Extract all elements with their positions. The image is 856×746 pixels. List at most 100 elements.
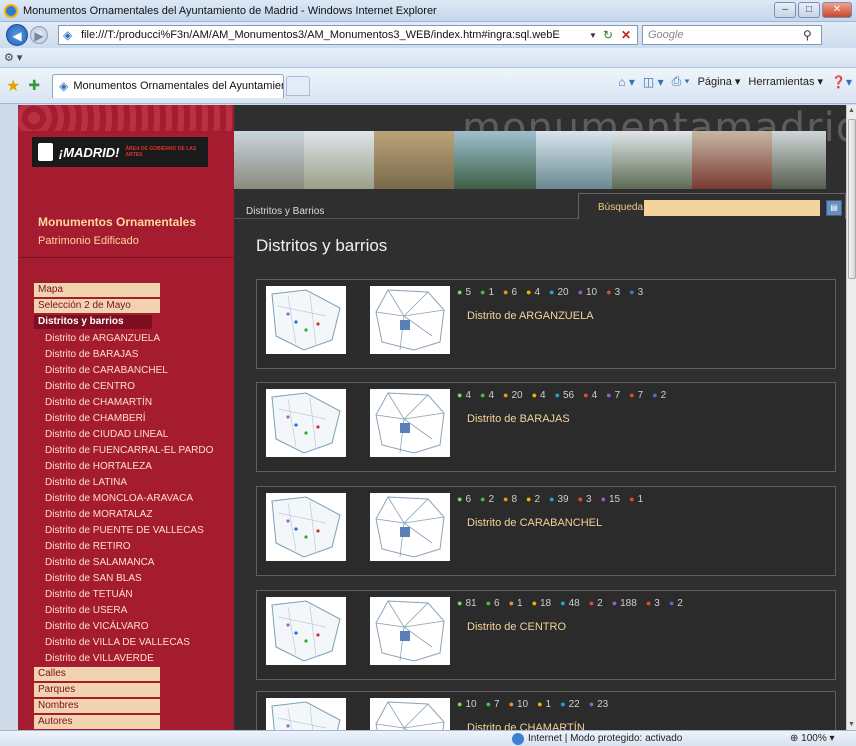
district-name-link[interactable]: Distrito de BARAJAS (467, 413, 570, 425)
search-field[interactable]: Google ⚲ (642, 25, 822, 45)
district-detail-map[interactable] (266, 698, 346, 730)
breadcrumb[interactable]: Distritos y Barrios (246, 206, 324, 217)
sidebar-title[interactable]: Monumentos Ornamentales (38, 215, 196, 229)
address-field[interactable]: ◈ file:///T:/producci%F3n/AM/AM_Monument… (58, 25, 638, 45)
district-link[interactable]: Distrito de LATINA (34, 475, 214, 491)
district-location-map[interactable] (370, 493, 450, 561)
close-button[interactable]: ✕ (822, 2, 852, 18)
district-name-link[interactable]: Distrito de ARGANZUELA (467, 310, 594, 322)
category-count[interactable]: ● 39 (549, 494, 569, 505)
category-count[interactable]: ● 4 (526, 287, 540, 298)
category-count[interactable]: ● 1 (480, 287, 494, 298)
district-link[interactable]: Distrito de CHAMARTÍN (34, 395, 214, 411)
category-count[interactable]: ● 20 (503, 390, 523, 401)
category-count[interactable]: ● 4 (480, 390, 494, 401)
category-count[interactable]: ● 7 (606, 390, 620, 401)
category-count[interactable]: ● 56 (555, 390, 575, 401)
category-count[interactable]: ● 22 (560, 699, 580, 710)
district-link[interactable]: Distrito de SAN BLAS (34, 571, 214, 587)
links-icon[interactable]: ⚙ ▾ (4, 51, 22, 64)
district-link[interactable]: Distrito de MORATALAZ (34, 507, 214, 523)
category-count[interactable]: ● 6 (486, 598, 500, 609)
vertical-scrollbar[interactable]: ▲ ▼ (846, 105, 856, 730)
category-count[interactable]: ● 7 (486, 699, 500, 710)
category-count[interactable]: ● 5 (457, 287, 471, 298)
category-count[interactable]: ● 1 (537, 699, 551, 710)
feeds-icon[interactable]: ◫ ▾ (643, 75, 664, 89)
category-count[interactable]: ● 3 (646, 598, 660, 609)
menu-item-parques[interactable]: Parques (34, 683, 160, 697)
category-count[interactable]: ● 1 (509, 598, 523, 609)
category-count[interactable]: ● 8 (503, 494, 517, 505)
category-count[interactable]: ● 10 (457, 699, 477, 710)
district-link[interactable]: Distrito de HORTALEZA (34, 459, 214, 475)
district-link[interactable]: Distrito de CHAMBERÍ (34, 411, 214, 427)
district-name-link[interactable]: Distrito de CENTRO (467, 621, 566, 633)
category-count[interactable]: ● 10 (578, 287, 598, 298)
district-detail-map[interactable] (266, 286, 346, 354)
district-link[interactable]: Distrito de FUENCARRAL-EL PARDO (34, 443, 214, 459)
category-count[interactable]: ● 4 (532, 390, 546, 401)
district-link[interactable]: Distrito de CIUDAD LINEAL (34, 427, 214, 443)
category-count[interactable]: ● 188 (612, 598, 637, 609)
district-link[interactable]: Distrito de VICÁLVARO (34, 619, 214, 635)
print-icon[interactable]: ⎙ ▾ (672, 74, 690, 89)
district-detail-map[interactable] (266, 597, 346, 665)
district-link[interactable]: Distrito de RETIRO (34, 539, 214, 555)
district-link[interactable]: Distrito de MONCLOA-ARAVACA (34, 491, 214, 507)
new-tab-button[interactable] (286, 75, 311, 96)
category-count[interactable]: ● 2 (526, 494, 540, 505)
add-favorites-icon[interactable]: ✚ (28, 77, 40, 94)
district-link[interactable]: Distrito de ARGANZUELA (34, 331, 214, 347)
category-count[interactable]: ● 4 (457, 390, 471, 401)
category-count[interactable]: ● 6 (503, 287, 517, 298)
madrid-logo[interactable]: ¡MADRID! ÁREA DE GOBIERNO DE LAS ARTES (32, 137, 208, 167)
category-count[interactable]: ● 10 (509, 699, 529, 710)
site-search-input[interactable] (644, 200, 820, 216)
district-link[interactable]: Distrito de BARAJAS (34, 347, 214, 363)
district-link[interactable]: Distrito de CARABANCHEL (34, 363, 214, 379)
district-location-map[interactable] (370, 597, 450, 665)
district-location-map[interactable] (370, 286, 450, 354)
home-icon[interactable]: ⌂ ▾ (618, 75, 635, 89)
category-count[interactable]: ● 3 (578, 494, 592, 505)
menu-item-calles[interactable]: Calles (34, 667, 160, 681)
category-count[interactable]: ● 2 (669, 598, 683, 609)
district-detail-map[interactable] (266, 493, 346, 561)
scroll-down-icon[interactable]: ▼ (848, 721, 855, 728)
district-name-link[interactable]: Distrito de CARABANCHEL (467, 517, 602, 529)
district-link[interactable]: Distrito de SALAMANCA (34, 555, 214, 571)
help-icon[interactable]: ❓▾ (831, 75, 852, 89)
favorites-star-icon[interactable]: ★ (6, 76, 20, 96)
forward-button[interactable]: ▶ (30, 26, 48, 44)
menu-item-distritos[interactable]: Distritos y barrios (34, 315, 152, 329)
category-count[interactable]: ● 2 (589, 598, 603, 609)
district-link[interactable]: Distrito de VILLA DE VALLECAS (34, 635, 214, 651)
category-count[interactable]: ● 15 (601, 494, 621, 505)
browser-tab[interactable]: ◈ Monumentos Ornamentales del Ayuntamien… (52, 73, 285, 98)
district-link[interactable]: Distrito de VILLAVERDE (34, 651, 214, 667)
scroll-thumb[interactable] (848, 119, 856, 279)
district-location-map[interactable] (370, 389, 450, 457)
back-button[interactable]: ◀ (6, 24, 28, 46)
category-count[interactable]: ● 20 (549, 287, 569, 298)
search-icon[interactable]: ⚲ (803, 28, 821, 42)
category-count[interactable]: ● 6 (457, 494, 471, 505)
zoom-level[interactable]: ⊕ 100% ▾ (790, 733, 835, 744)
district-link[interactable]: Distrito de USERA (34, 603, 214, 619)
category-count[interactable]: ● 2 (652, 390, 666, 401)
category-count[interactable]: ● 1 (629, 494, 643, 505)
menu-item-seleccion[interactable]: Selección 2 de Mayo (34, 299, 160, 313)
district-location-map[interactable] (370, 698, 450, 730)
stop-icon[interactable]: ✕ (621, 28, 637, 42)
maximize-button[interactable]: □ (798, 2, 820, 18)
category-count[interactable]: ● 81 (457, 598, 477, 609)
refresh-icon[interactable]: ↻ (603, 28, 621, 42)
address-dropdown-icon[interactable]: ▼ (589, 31, 603, 40)
category-count[interactable]: ● 2 (480, 494, 494, 505)
sidebar-subtitle[interactable]: Patrimonio Edificado (38, 235, 139, 247)
district-detail-map[interactable] (266, 389, 346, 457)
scroll-up-icon[interactable]: ▲ (848, 107, 855, 114)
tools-menu[interactable]: Herramientas ▾ (748, 75, 823, 88)
district-link[interactable]: Distrito de PUENTE DE VALLECAS (34, 523, 214, 539)
